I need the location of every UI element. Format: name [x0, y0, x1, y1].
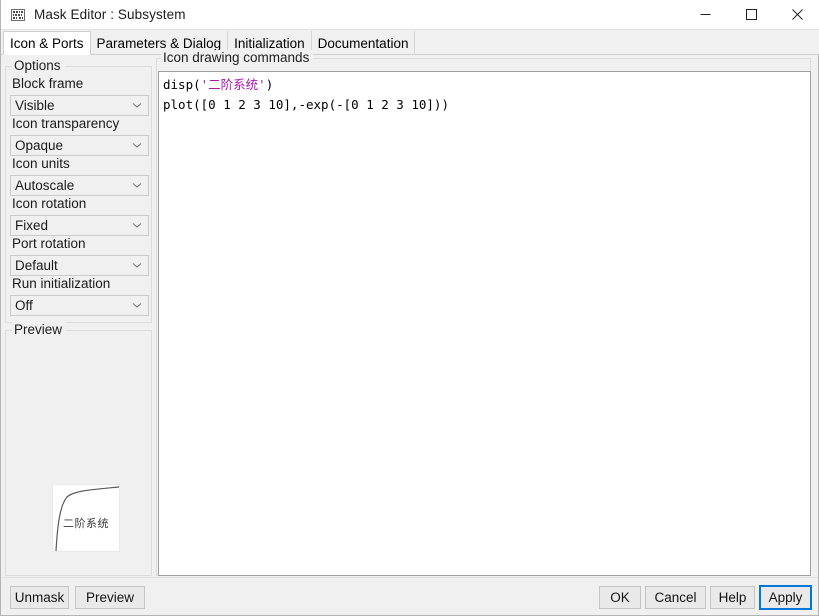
select-block-frame-value: Visible — [15, 98, 55, 113]
minimize-button[interactable] — [682, 0, 728, 29]
mask-editor-icon — [10, 7, 26, 23]
left-options-panel: Options Block frame Visible Icon transpa… — [5, 58, 152, 576]
label-block-frame: Block frame — [12, 76, 84, 91]
bottom-button-bar: Unmask Preview OK Cancel Help Apply — [1, 577, 818, 615]
tab-documentation[interactable]: Documentation — [312, 31, 416, 55]
preview-block-label: 二阶系统 — [63, 517, 109, 530]
select-port-rotation[interactable]: Default — [10, 255, 149, 276]
select-icon-rotation[interactable]: Fixed — [10, 215, 149, 236]
options-group-label: Options — [12, 58, 65, 73]
tab-label: Icon & Ports — [10, 35, 84, 51]
icon-drawing-commands-editor[interactable]: disp('二阶系统') plot([0 1 2 3 10],-exp(-[0 … — [158, 71, 811, 576]
tab-label: Documentation — [317, 35, 409, 51]
chevron-down-icon — [132, 256, 142, 275]
icon-drawing-commands-label: Icon drawing commands — [161, 50, 314, 65]
select-icon-units[interactable]: Autoscale — [10, 175, 149, 196]
title-bar: Mask Editor : Subsystem — [1, 0, 819, 30]
label-icon-units: Icon units — [12, 156, 70, 171]
chevron-down-icon — [132, 176, 142, 195]
ok-button[interactable]: OK — [599, 586, 641, 609]
select-icon-units-value: Autoscale — [15, 178, 75, 193]
mask-editor-window: Mask Editor : Subsystem Icon & Ports Par… — [0, 0, 819, 616]
select-port-rotation-value: Default — [15, 258, 58, 273]
chevron-down-icon — [132, 96, 142, 115]
icon-drawing-group: Icon drawing commands disp('二阶系统') plot(… — [156, 50, 811, 576]
preview-button[interactable]: Preview — [75, 586, 145, 609]
tab-icon-and-ports[interactable]: Icon & Ports — [3, 31, 91, 55]
select-run-initialization[interactable]: Off — [10, 295, 149, 316]
window-title: Mask Editor : Subsystem — [34, 7, 186, 22]
code-line-1: disp('二阶系统') — [163, 75, 806, 95]
code-token-string: '二阶系统' — [200, 77, 266, 92]
icon-drawing-panel: Icon drawing commands disp('二阶系统') plot(… — [156, 50, 811, 576]
tab-label: Initialization — [234, 35, 305, 51]
preview-group: Preview 二阶系统 — [5, 322, 152, 576]
select-icon-rotation-value: Fixed — [15, 218, 49, 233]
tab-strip: Icon & Ports Parameters & Dialog Initial… — [1, 30, 819, 55]
code-token-disp: disp( — [163, 77, 201, 92]
chevron-down-icon — [132, 136, 142, 155]
close-button[interactable] — [774, 0, 819, 29]
unmask-button[interactable]: Unmask — [10, 586, 69, 609]
preview-canvas: 二阶系统 — [7, 332, 152, 576]
apply-button[interactable]: Apply — [759, 585, 812, 610]
select-icon-transparency-value: Opaque — [15, 138, 64, 153]
mask-block-preview: 二阶系统 — [52, 484, 120, 552]
label-icon-transparency: Icon transparency — [12, 116, 120, 131]
window-controls — [682, 0, 819, 29]
help-button[interactable]: Help — [710, 586, 755, 609]
code-token-close-paren: ) — [265, 77, 274, 92]
select-icon-transparency[interactable]: Opaque — [10, 135, 149, 156]
code-line-2: plot([0 1 2 3 10],-exp(-[0 1 2 3 10])) — [163, 97, 449, 112]
label-run-initialization: Run initialization — [12, 276, 111, 291]
label-icon-rotation: Icon rotation — [12, 196, 87, 211]
cancel-button[interactable]: Cancel — [645, 586, 706, 609]
tab-label: Parameters & Dialog — [96, 35, 222, 51]
label-port-rotation: Port rotation — [12, 236, 86, 251]
maximize-button[interactable] — [728, 0, 774, 29]
chevron-down-icon — [132, 296, 142, 315]
select-block-frame[interactable]: Visible — [10, 95, 149, 116]
select-run-initialization-value: Off — [15, 298, 33, 313]
chevron-down-icon — [132, 216, 142, 235]
